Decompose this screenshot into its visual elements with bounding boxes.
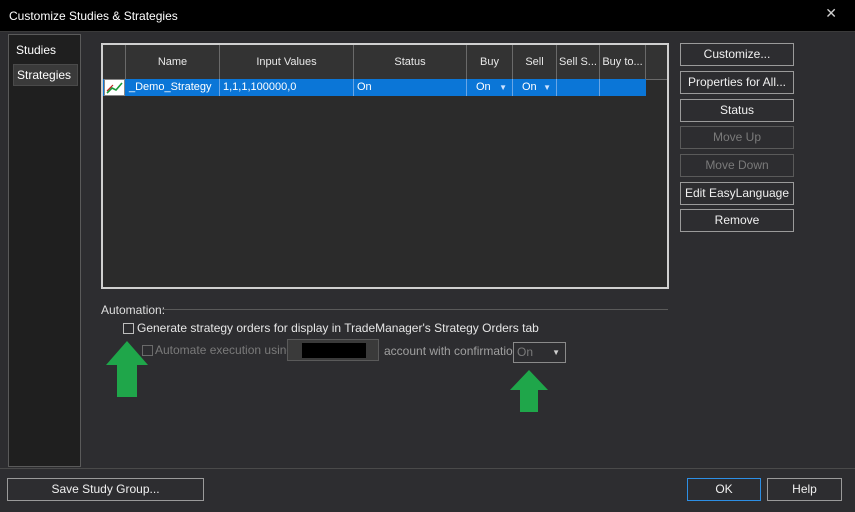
cell-name: _Demo_Strategy	[126, 79, 220, 96]
column-header-buy-to-cover[interactable]: Buy to...	[600, 45, 646, 79]
column-header-sell-short[interactable]: Sell S...	[557, 45, 600, 79]
automation-group-label: Automation:	[101, 303, 166, 317]
move-down-button[interactable]: Move Down	[680, 154, 794, 177]
chevron-down-icon: ▼	[499, 83, 507, 92]
table-row[interactable]: _Demo_Strategy 1,1,1,100000,0 On On ▼ On…	[103, 79, 646, 96]
column-header-status[interactable]: Status	[354, 45, 467, 79]
column-header-name[interactable]: Name	[126, 45, 220, 79]
ok-button[interactable]: OK	[687, 478, 761, 501]
automate-execution-label: Automate execution using	[155, 343, 294, 357]
annotation-arrow-up-icon	[510, 370, 548, 412]
annotation-arrow-up-icon	[106, 341, 148, 397]
cell-buy-value: On	[476, 81, 491, 93]
help-button[interactable]: Help	[767, 478, 842, 501]
status-button[interactable]: Status	[680, 99, 794, 122]
close-icon[interactable]: ✕	[825, 5, 837, 22]
generate-orders-label: Generate strategy orders for display in …	[137, 321, 539, 335]
column-header-sell[interactable]: Sell	[513, 45, 557, 79]
title-bar: Customize Studies & Strategies ✕	[0, 0, 855, 32]
category-studies[interactable]: Studies	[13, 39, 78, 61]
remove-button[interactable]: Remove	[680, 209, 794, 232]
cell-buy-to-cover	[600, 79, 646, 96]
cell-sell-short	[557, 79, 600, 96]
category-list: Studies Strategies	[8, 34, 81, 467]
column-header-input-values[interactable]: Input Values	[220, 45, 354, 79]
column-header-icon[interactable]	[103, 45, 126, 79]
automation-divider	[162, 309, 668, 310]
cell-status[interactable]: On	[354, 79, 467, 96]
footer-divider	[0, 468, 855, 469]
cell-buy-dropdown[interactable]: On ▼	[467, 79, 513, 96]
window-title: Customize Studies & Strategies	[9, 9, 178, 23]
account-confirmation-label: account with confirmation	[384, 344, 520, 358]
confirmation-dropdown[interactable]: On ▼	[513, 342, 566, 363]
generate-orders-checkbox[interactable]	[123, 323, 134, 334]
chevron-down-icon: ▼	[552, 348, 560, 357]
account-input[interactable]	[287, 339, 379, 361]
chevron-down-icon: ▼	[543, 83, 551, 92]
cell-sell-value: On	[522, 81, 537, 93]
strategy-chart-icon	[104, 79, 125, 96]
edit-easylanguage-button[interactable]: Edit EasyLanguage	[680, 182, 794, 205]
strategies-grid: Name Input Values Status Buy Sell Sell S…	[101, 43, 669, 289]
account-value-redacted	[302, 343, 366, 358]
move-up-button[interactable]: Move Up	[680, 126, 794, 149]
cell-sell-dropdown[interactable]: On ▼	[513, 79, 557, 96]
column-header-buy[interactable]: Buy	[467, 45, 513, 79]
confirmation-value: On	[517, 345, 534, 359]
customize-button[interactable]: Customize...	[680, 43, 794, 66]
grid-header: Name Input Values Status Buy Sell Sell S…	[103, 45, 667, 80]
properties-for-all-button[interactable]: Properties for All...	[680, 71, 794, 94]
cell-input-values: 1,1,1,100000,0	[220, 79, 354, 96]
save-study-group-button[interactable]: Save Study Group...	[7, 478, 204, 501]
category-strategies[interactable]: Strategies	[13, 64, 78, 86]
